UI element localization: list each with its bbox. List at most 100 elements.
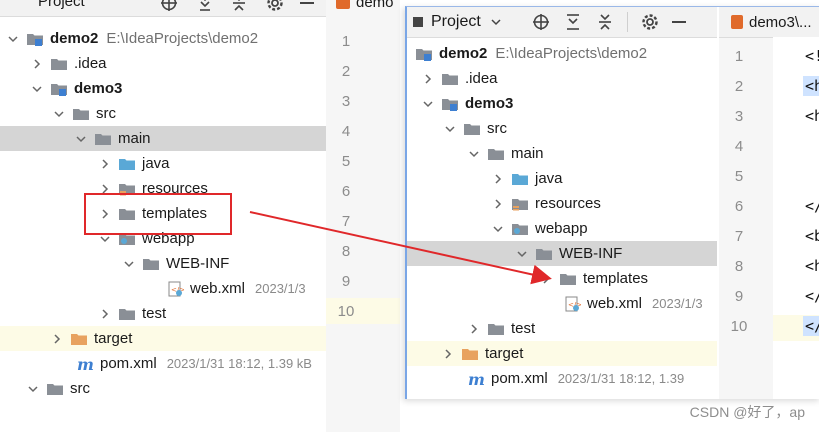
chevron-down-icon[interactable] xyxy=(421,94,435,114)
tree-label: target xyxy=(485,345,524,362)
tree-label: web.xml xyxy=(190,280,246,297)
folder-icon xyxy=(441,71,459,87)
tree-label: .idea xyxy=(74,55,107,72)
resources-folder-icon xyxy=(511,196,529,212)
line-number: 7 xyxy=(734,228,744,245)
tree-label: resources xyxy=(535,195,601,212)
chevron-down-icon[interactable] xyxy=(26,379,40,399)
tree-label: WEB-INF xyxy=(559,245,623,262)
xml-file-icon: </> xyxy=(563,296,581,312)
right-code-area: <! <h <h </ <b <h </ </ xyxy=(773,37,819,399)
tree-row-demo2[interactable]: demo2 E:\IdeaProjects\demo2 xyxy=(407,41,717,66)
line-number: 4 xyxy=(341,123,351,140)
tree-row-web-inf[interactable]: WEB-INF xyxy=(407,241,717,266)
file-meta: 2023/1/3 xyxy=(255,281,306,296)
tree-row-java[interactable]: java xyxy=(407,166,717,191)
tree-row-demo3[interactable]: demo3 xyxy=(0,76,326,101)
tree-row-src[interactable]: src xyxy=(0,101,326,126)
chevron-down-icon[interactable] xyxy=(6,29,20,49)
tree-row-web-xml[interactable]: </> web.xml 2023/1/3 xyxy=(407,291,717,316)
right-editor-gutter: demo3\... 1 2 3 4 5 6 7 8 9 10 xyxy=(719,7,819,399)
chevron-right-icon[interactable] xyxy=(98,304,112,324)
svg-text:m: m xyxy=(468,371,485,387)
tree-row-java[interactable]: java xyxy=(0,151,326,176)
svg-text:m: m xyxy=(77,356,94,372)
code-fragment: </ xyxy=(805,317,819,335)
code-fragment: <h xyxy=(805,77,819,95)
editor-tab-label: demo3\... xyxy=(749,13,812,31)
chevron-right-icon[interactable] xyxy=(50,329,64,349)
chevron-down-icon[interactable] xyxy=(74,129,88,149)
line-number: 4 xyxy=(734,138,744,155)
tree-path: E:\IdeaProjects\demo2 xyxy=(106,30,259,47)
chevron-right-icon[interactable] xyxy=(441,344,455,364)
chevron-down-icon[interactable] xyxy=(52,104,66,124)
tree-label: test xyxy=(142,305,167,322)
tree-row-idea[interactable]: .idea xyxy=(407,66,717,91)
html-file-icon xyxy=(731,15,743,29)
tree-row-demo2[interactable]: demo2 E:\IdeaProjects\demo2 xyxy=(0,26,326,51)
line-number: 7 xyxy=(341,213,351,230)
chevron-right-icon[interactable] xyxy=(539,269,553,289)
chevron-down-icon[interactable] xyxy=(491,219,505,239)
line-number: 6 xyxy=(341,183,351,200)
chevron-down-icon[interactable] xyxy=(515,244,529,264)
tree-label: demo3 xyxy=(74,80,123,97)
tree-row-pom-xml[interactable]: m pom.xml 2023/1/31 18:12, 1.39 kB xyxy=(0,351,326,376)
tree-row-main[interactable]: main xyxy=(407,141,717,166)
chevron-down-icon[interactable] xyxy=(443,119,457,139)
module-folder-icon xyxy=(441,96,459,112)
maven-icon: m xyxy=(76,356,94,372)
line-number: 1 xyxy=(734,48,744,65)
tree-row-web-inf[interactable]: WEB-INF xyxy=(0,251,326,276)
tree-row-idea[interactable]: .idea xyxy=(0,51,326,76)
chevron-down-icon[interactable] xyxy=(122,254,136,274)
code-fragment: </ xyxy=(805,197,819,215)
chevron-right-icon[interactable] xyxy=(467,319,481,339)
tree-label: pom.xml xyxy=(100,355,157,372)
tree-label: demo2 xyxy=(439,45,488,62)
tree-label: web.xml xyxy=(587,295,643,312)
tree-row-test[interactable]: test xyxy=(0,301,326,326)
chevron-right-icon[interactable] xyxy=(98,154,112,174)
right-editor-tab[interactable]: demo3\... xyxy=(719,7,819,38)
html-file-icon xyxy=(336,0,350,9)
tree-row-webapp[interactable]: webapp xyxy=(407,216,717,241)
tree-label: webapp xyxy=(535,220,588,237)
tree-label: templates xyxy=(583,270,649,287)
chevron-down-icon[interactable] xyxy=(467,144,481,164)
line-number: 5 xyxy=(734,168,744,185)
module-folder-icon xyxy=(415,46,433,62)
tree-row-templates[interactable]: templates xyxy=(407,266,717,291)
tree-row-target[interactable]: target xyxy=(407,341,717,366)
folder-icon xyxy=(559,271,577,287)
folder-icon xyxy=(463,121,481,137)
chevron-right-icon[interactable] xyxy=(421,69,435,89)
source-folder-icon xyxy=(118,156,136,172)
line-number: 9 xyxy=(341,273,351,290)
line-number: 10 xyxy=(730,318,748,335)
watermark: CSDN @好了，ap xyxy=(689,404,805,420)
source-folder-icon xyxy=(511,171,529,187)
tree-row-target[interactable]: target xyxy=(0,326,326,351)
folder-icon xyxy=(50,56,68,72)
line-number: 2 xyxy=(734,78,744,95)
editor-tab-label: demo xyxy=(356,0,394,11)
code-fragment: <h xyxy=(805,107,819,125)
chevron-down-icon[interactable] xyxy=(30,79,44,99)
line-number: 6 xyxy=(734,198,744,215)
tree-row-test[interactable]: test xyxy=(407,316,717,341)
chevron-right-icon[interactable] xyxy=(30,54,44,74)
tree-row-src-2[interactable]: src xyxy=(0,376,326,401)
tree-row-demo3[interactable]: demo3 xyxy=(407,91,717,116)
tree-row-resources[interactable]: resources xyxy=(407,191,717,216)
line-number: 3 xyxy=(341,93,351,110)
right-project-tree: demo2 E:\IdeaProjects\demo2 .idea demo3 … xyxy=(407,7,717,399)
tree-row-main[interactable]: main xyxy=(0,126,326,151)
left-editor-tab[interactable]: demo xyxy=(336,0,394,14)
chevron-right-icon[interactable] xyxy=(491,169,505,189)
tree-row-pom-xml[interactable]: m pom.xml 2023/1/31 18:12, 1.39 xyxy=(407,366,717,391)
chevron-right-icon[interactable] xyxy=(491,194,505,214)
tree-row-src[interactable]: src xyxy=(407,116,717,141)
tree-row-web-xml[interactable]: </> web.xml 2023/1/3 xyxy=(0,276,326,301)
